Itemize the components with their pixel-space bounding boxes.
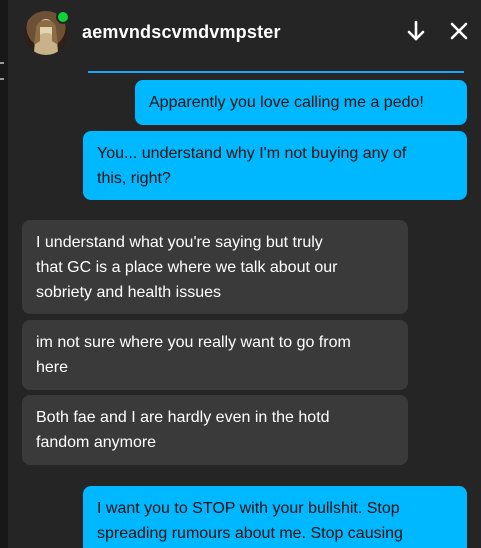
message-text-line: Apparently you love calling me a pedo!	[149, 94, 424, 111]
background-mark	[0, 62, 4, 64]
message-text-line: here	[36, 359, 69, 376]
message-outgoing[interactable]: I want you to STOP with your bullshit. S…	[83, 486, 467, 548]
message-text-line: I understand what you're saying but trul…	[36, 234, 323, 251]
message-outgoing[interactable]: Apparently you love calling me a pedo!	[135, 80, 467, 125]
message-outgoing[interactable]: You... understand why I'm not buying any…	[83, 131, 467, 200]
message-text-line: fandom anymore	[36, 434, 157, 451]
online-status-dot	[56, 10, 70, 24]
message-incoming[interactable]: Both fae and I are hardly even in the ho…	[22, 395, 408, 465]
background-mark	[0, 78, 4, 80]
chat-window: aemvndscvmdvmpster Apparently you love c…	[8, 0, 481, 548]
message-incoming[interactable]: I understand what you're saying but trul…	[22, 220, 408, 314]
background-page-strip	[0, 0, 8, 548]
arrow-down-icon	[407, 20, 425, 41]
message-text-line: Both fae and I are hardly even in the ho…	[36, 409, 330, 426]
close-icon	[450, 22, 468, 40]
scroll-down-button[interactable]	[403, 18, 429, 44]
message-incoming[interactable]: im not sure where you really want to go …	[22, 320, 408, 390]
message-text-line: I want you to STOP with your bullshit. S…	[97, 500, 400, 517]
message-text-line: im not sure where you really want to go …	[36, 334, 351, 351]
message-text-line: You... understand why I'm not buying any…	[97, 145, 407, 162]
message-text-line: this, right?	[97, 170, 171, 187]
previous-message-edge	[88, 71, 464, 73]
close-chat-button[interactable]	[446, 18, 472, 44]
message-text-line: sobriety and health issues	[36, 284, 221, 301]
chat-username[interactable]: aemvndscvmdvmpster	[82, 22, 281, 43]
message-text-line: spreading rumours about me. Stop causing	[97, 525, 403, 542]
message-text-line: that GC is a place where we talk about o…	[36, 259, 338, 276]
chat-header: aemvndscvmdvmpster	[8, 0, 481, 68]
